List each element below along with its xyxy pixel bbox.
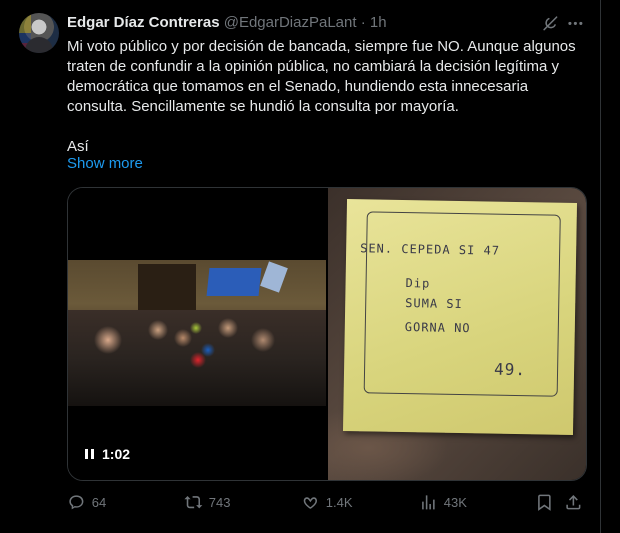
repost-icon	[184, 495, 203, 508]
reply-button[interactable]: 64	[67, 491, 106, 513]
views-icon	[422, 494, 435, 510]
action-bar: 64 743 1.4K 43K	[67, 491, 585, 513]
post-text: Mi voto público y por decisión de bancad…	[67, 37, 579, 157]
reply-icon	[69, 494, 84, 510]
reply-count: 64	[91, 494, 107, 510]
share-icon	[566, 494, 581, 510]
show-more-link[interactable]: Show more	[67, 155, 143, 172]
post-time[interactable]: 1h	[370, 14, 387, 31]
sticky-note: SEN. CEPEDA SI 47 Dip SUMA SI GORNA NO 4…	[342, 199, 578, 435]
note-line-3: SUMA SI	[405, 296, 463, 312]
views-button[interactable]: 43K	[419, 491, 467, 513]
video-controls[interactable]: 1:02	[84, 446, 130, 462]
photo-sticky-note[interactable]: SEN. CEPEDA SI 47 Dip SUMA SI GORNA NO 4…	[328, 188, 586, 480]
note-line-2: Dip	[405, 276, 431, 291]
media-grid: 1:02 SEN. CEPEDA SI 47 Dip SUMA SI GORNA…	[67, 187, 587, 481]
repost-button[interactable]: 743	[184, 491, 230, 513]
video-crowd	[68, 310, 326, 406]
like-icon	[303, 496, 318, 509]
avatar[interactable]	[19, 13, 59, 53]
pause-icon[interactable]	[84, 448, 96, 460]
note-line-1: SEN. CEPEDA SI 47	[360, 241, 501, 258]
video-player[interactable]: 1:02	[68, 188, 326, 480]
video-thumbnail	[68, 260, 326, 406]
post-paragraph-2: Así	[67, 138, 89, 155]
repost-count: 743	[208, 494, 231, 510]
author-name[interactable]: Edgar Díaz Contreras	[67, 14, 220, 31]
more-icon[interactable]	[564, 12, 586, 34]
note-line-5: 49.	[493, 359, 527, 380]
separator-dot: ·	[360, 14, 366, 31]
avatar-figure	[25, 37, 53, 53]
grok-icon[interactable]	[539, 12, 561, 34]
video-screen	[206, 268, 262, 296]
video-screen-2	[260, 261, 288, 293]
post-header: Edgar Díaz Contreras @EdgarDiazPaLant · …	[67, 13, 387, 33]
author-handle[interactable]: @EdgarDiazPaLant	[224, 14, 357, 31]
share-button[interactable]	[564, 491, 583, 513]
bookmark-icon	[538, 494, 551, 511]
views-count: 43K	[443, 494, 467, 510]
post-paragraph: Mi voto público y por decisión de bancad…	[67, 38, 576, 115]
video-time: 1:02	[102, 446, 131, 462]
like-button[interactable]: 1.4K	[301, 491, 353, 513]
note-line-4: GORNA NO	[404, 320, 471, 336]
like-count: 1.4K	[325, 494, 353, 510]
bookmark-button[interactable]	[535, 491, 554, 513]
